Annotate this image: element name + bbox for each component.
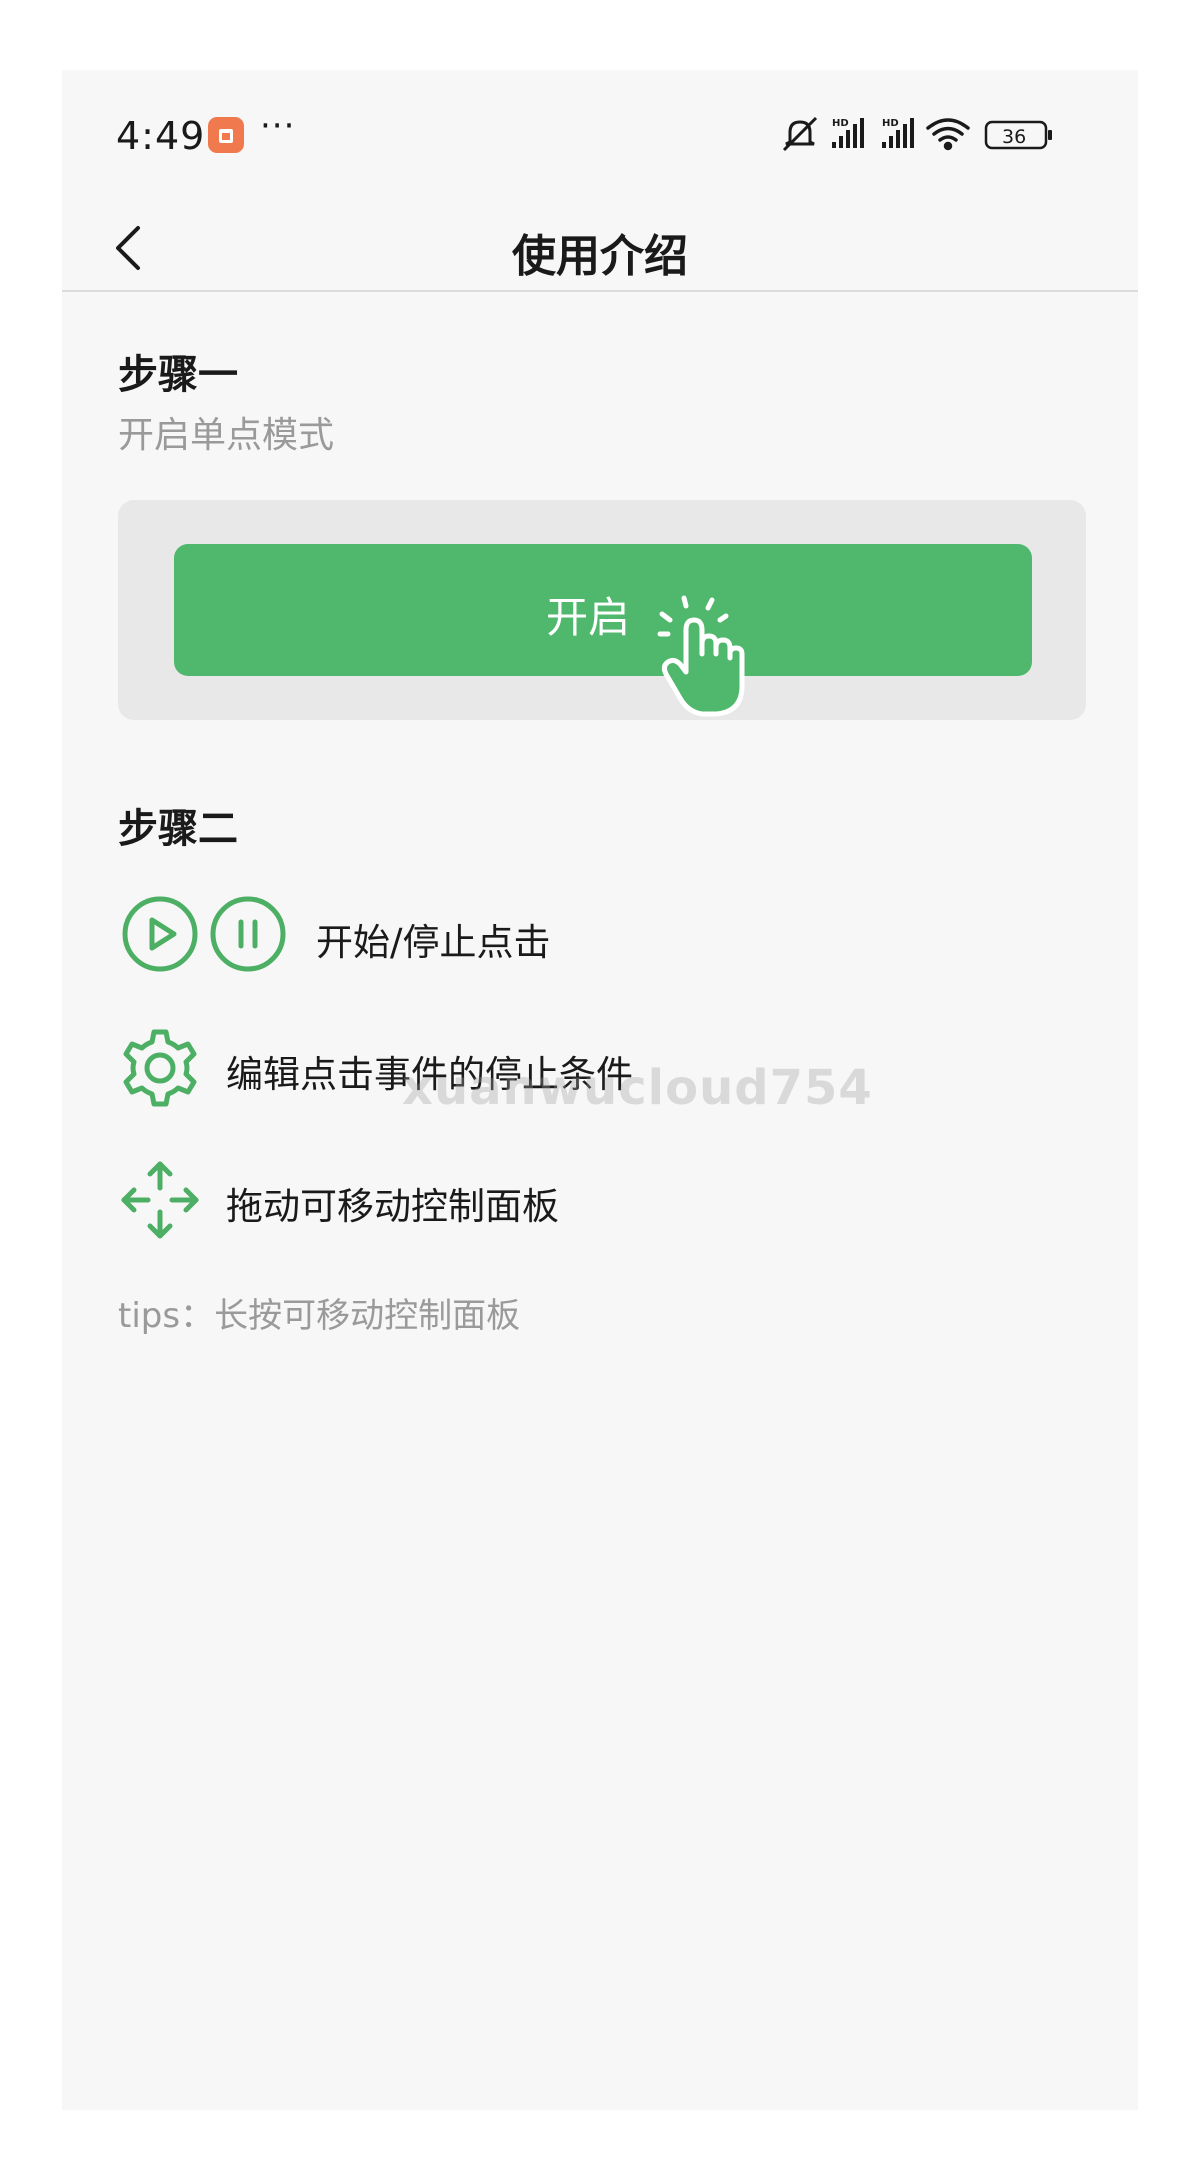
status-time: 4:49: [116, 114, 206, 158]
tips-text: tips：长按可移动控制面板: [118, 1296, 521, 1336]
demo-panel: 开启: [118, 500, 1086, 720]
enable-button[interactable]: 开启: [174, 544, 1032, 717]
title-bar: 使用介绍: [62, 200, 1138, 292]
status-icons-svg: HD HD 36: [782, 116, 1052, 152]
wifi-icon: [926, 118, 970, 151]
mute-icon: [782, 116, 818, 152]
enable-button-label: 开启: [545, 593, 630, 642]
svg-text:HD: HD: [882, 118, 899, 129]
step-row-start-stop: 开始/停止点击: [118, 890, 818, 980]
pause-icon: [210, 896, 286, 972]
status-icons: HD HD 36: [780, 114, 1080, 154]
hd-signal-icon: HD: [882, 118, 914, 148]
move-arrows-icon: [121, 1161, 199, 1239]
battery-icon: 36: [984, 120, 1052, 150]
step-two-heading: 步骤二: [118, 806, 238, 852]
tap-hand-icon: [657, 595, 745, 717]
battery-level: 36: [1002, 126, 1026, 148]
page-title: 使用介绍: [512, 231, 688, 282]
notification-app-icon: [208, 117, 244, 153]
step-row-drag-panel: 拖动可移动控制面板: [118, 1154, 918, 1244]
gear-icon: [123, 1029, 197, 1107]
step-row-label: 开始/停止点击: [316, 921, 551, 964]
hd-signal-icon: HD: [832, 118, 864, 148]
more-notifications-icon: ···: [260, 106, 296, 146]
status-bar: 4:49 ··· HD HD 36: [62, 70, 1138, 200]
step-one-heading: 步骤一: [118, 352, 238, 398]
watermark: xuanwucloud754: [402, 1060, 873, 1116]
step-one-subtitle: 开启单点模式: [118, 415, 335, 456]
phone-screen: 4:49 ··· HD HD 36 使用介绍 步骤一 开启单点模式 开启 步骤二…: [62, 70, 1138, 2110]
step-row-label: 拖动可移动控制面板: [226, 1185, 559, 1228]
svg-text:HD: HD: [832, 118, 849, 129]
play-icon: [122, 896, 198, 972]
